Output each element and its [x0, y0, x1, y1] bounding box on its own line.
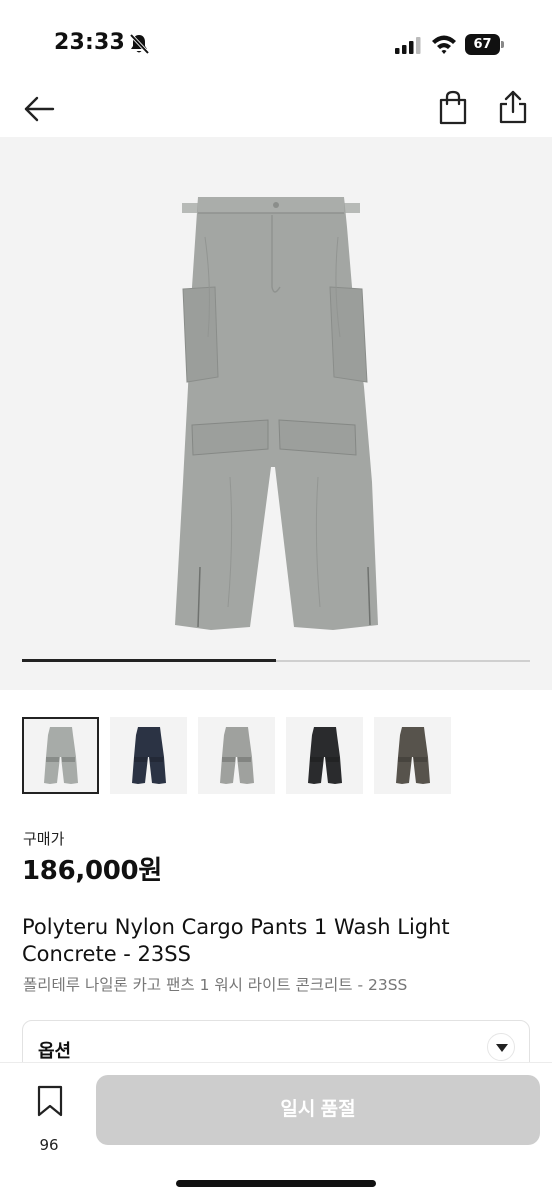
thumbnail-2[interactable]	[110, 717, 187, 794]
option-dropdown-toggle[interactable]	[487, 1033, 515, 1061]
status-time: 23:33	[54, 30, 126, 55]
thumbnail-3[interactable]	[198, 717, 275, 794]
signal-icon	[395, 37, 421, 54]
nav-bar	[0, 84, 552, 136]
home-indicator	[176, 1180, 376, 1187]
bell-slash-icon	[129, 33, 150, 55]
product-image-cargo-pants	[175, 197, 378, 630]
thumbnail-1[interactable]	[22, 717, 99, 794]
battery-indicator: 67	[465, 34, 505, 55]
shopping-bag-icon[interactable]	[436, 90, 470, 126]
caret-down-icon	[496, 1044, 508, 1052]
product-subtitle: 폴리테루 나일론 카고 팬츠 1 워시 라이트 콘크리트 - 23SS	[23, 976, 408, 994]
status-bar: 23:33 67	[0, 0, 552, 84]
thumbnail-pants-image	[132, 727, 166, 784]
wishlist-count: 96	[39, 1136, 59, 1154]
share-icon[interactable]	[496, 89, 530, 125]
thumbnail-pants-image	[220, 727, 254, 784]
wishlist-button[interactable]: 96	[22, 1083, 76, 1154]
product-image-carousel[interactable]	[0, 137, 552, 690]
price-label: 구매가	[23, 830, 65, 848]
sold-out-button[interactable]: 일시 품절	[96, 1075, 540, 1145]
thumbnail-pants-image	[308, 727, 342, 784]
thumbnail-strip	[22, 717, 452, 795]
wifi-icon	[432, 35, 456, 54]
battery-level: 67	[465, 34, 500, 55]
back-arrow-icon[interactable]	[22, 92, 56, 126]
thumbnail-pants-image	[44, 727, 78, 784]
product-price: 186,000원	[22, 856, 162, 886]
thumbnail-5[interactable]	[374, 717, 451, 794]
carousel-progress-fill	[22, 659, 276, 662]
option-label: 옵션	[38, 1041, 72, 1062]
thumbnail-4[interactable]	[286, 717, 363, 794]
thumbnail-pants-image	[396, 727, 430, 784]
bookmark-icon	[37, 1085, 63, 1117]
product-title: Polyteru Nylon Cargo Pants 1 Wash Light …	[22, 915, 450, 966]
